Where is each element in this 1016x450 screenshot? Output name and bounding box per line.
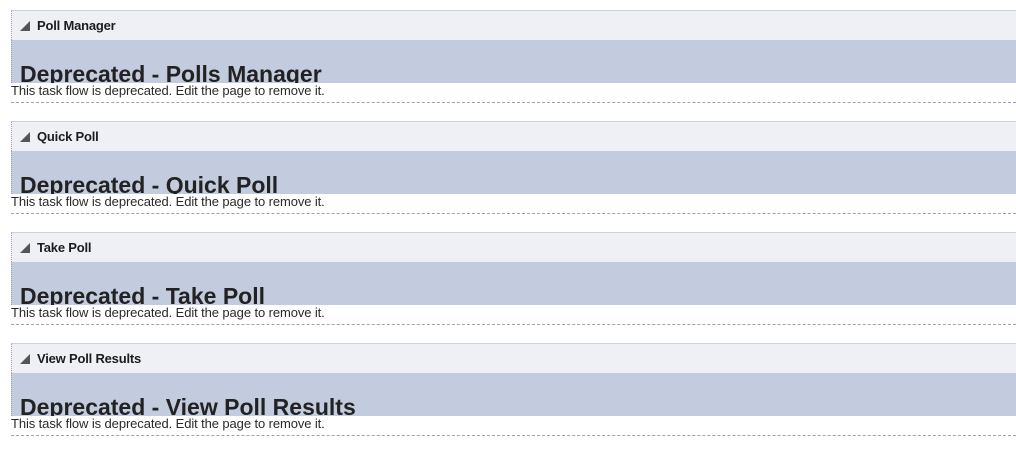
deprecated-heading: Deprecated - View Poll Results [20,394,356,416]
panel-take-poll: Take Poll Deprecated - Take Poll This ta… [0,232,1016,339]
deprecated-message: This task flow is deprecated. Edit the p… [11,83,325,98]
collapse-triangle-icon[interactable] [19,242,31,254]
panel-divider [11,102,1016,103]
panel-body: Deprecated - Take Poll [11,262,1016,305]
panel-header: Poll Manager [11,10,1016,40]
panel-body: Deprecated - View Poll Results [11,373,1016,416]
deprecated-message: This task flow is deprecated. Edit the p… [11,416,325,431]
panel-title: Quick Poll [37,129,99,144]
deprecated-message: This task flow is deprecated. Edit the p… [11,194,325,209]
panel-header: Quick Poll [11,121,1016,151]
panel-title: Poll Manager [37,18,116,33]
panel-divider [11,324,1016,325]
deprecated-heading: Deprecated - Quick Poll [20,172,279,194]
panel-poll-manager: Poll Manager Deprecated - Polls Manager … [0,10,1016,117]
panel-divider [11,213,1016,214]
panel-quick-poll: Quick Poll Deprecated - Quick Poll This … [0,121,1016,228]
panel-view-poll-results: View Poll Results Deprecated - View Poll… [0,343,1016,450]
panel-divider [11,435,1016,436]
panel-header: Take Poll [11,232,1016,262]
collapse-triangle-icon[interactable] [19,20,31,32]
task-flow-region: Poll Manager Deprecated - Polls Manager … [0,0,1016,439]
collapse-triangle-icon[interactable] [19,131,31,143]
deprecated-message: This task flow is deprecated. Edit the p… [11,305,325,320]
panel-body: Deprecated - Polls Manager [11,40,1016,83]
deprecated-heading: Deprecated - Polls Manager [20,61,322,83]
panel-title: Take Poll [37,240,92,255]
panel-header: View Poll Results [11,343,1016,373]
collapse-triangle-icon[interactable] [19,353,31,365]
panel-title: View Poll Results [37,351,142,366]
panel-body: Deprecated - Quick Poll [11,151,1016,194]
deprecated-heading: Deprecated - Take Poll [20,283,265,305]
